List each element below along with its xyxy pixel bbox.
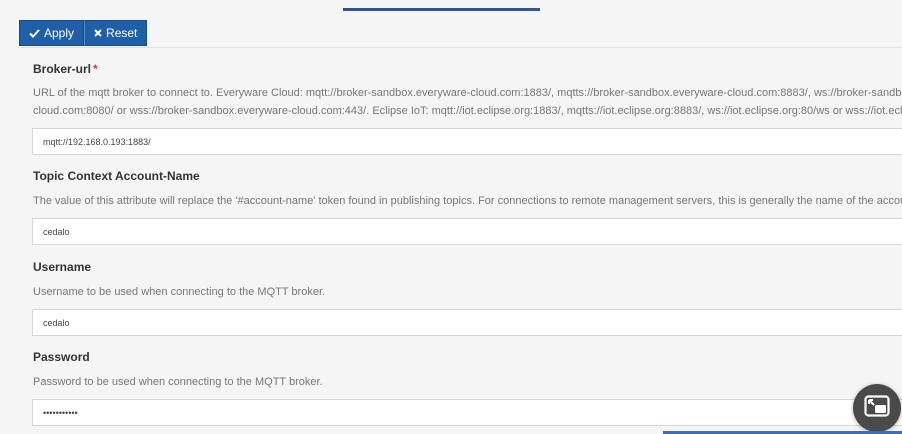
apply-button-label: Apply	[44, 26, 75, 40]
username-description: Username to be used when connecting to t…	[33, 283, 902, 301]
settings-page: Apply Reset Broker-url * URL of the mqtt …	[0, 0, 902, 434]
username-input[interactable]	[32, 309, 902, 336]
close-icon	[94, 29, 102, 37]
account-name-label: Topic Context Account-Name	[33, 169, 200, 183]
reset-button-label: Reset	[106, 26, 138, 40]
toolbar-divider	[19, 47, 902, 48]
check-icon	[29, 28, 40, 38]
broker-url-description: URL of the mqtt broker to connect to. Ev…	[33, 84, 902, 120]
username-label: Username	[33, 260, 91, 274]
picture-in-picture-button[interactable]	[853, 384, 901, 432]
password-description-line1: Password to be used when connecting to t…	[33, 376, 323, 388]
password-label: Password	[33, 350, 90, 364]
username-label-text: Username	[33, 260, 92, 274]
account-name-input[interactable]	[32, 218, 902, 245]
active-tab-indicator	[343, 8, 540, 11]
password-description: Password to be used when connecting to t…	[33, 373, 902, 391]
apply-button[interactable]: Apply	[19, 20, 85, 46]
picture-in-picture-exit-icon	[864, 394, 890, 422]
username-description-line1: Username to be used when connecting to t…	[33, 286, 326, 298]
broker-url-description-line1: URL of the mqtt broker to connect to. Ev…	[33, 87, 902, 99]
password-label-text: Password	[33, 350, 90, 364]
broker-url-label-text: Broker-url	[33, 62, 92, 76]
reset-button[interactable]: Reset	[84, 20, 148, 46]
broker-url-input[interactable]	[32, 128, 902, 155]
broker-url-description-line2: cloud.com:8080/ or wss://broker-sandbox.…	[33, 105, 902, 117]
broker-url-label: Broker-url *	[33, 62, 98, 76]
toolbar: Apply Reset	[19, 20, 148, 46]
account-name-label-text: Topic Context Account-Name	[33, 169, 200, 183]
required-marker: *	[93, 62, 98, 76]
account-name-description-line1: The value of this attribute will replace…	[33, 195, 902, 207]
account-name-description: The value of this attribute will replace…	[33, 192, 902, 210]
password-input[interactable]	[32, 399, 902, 426]
